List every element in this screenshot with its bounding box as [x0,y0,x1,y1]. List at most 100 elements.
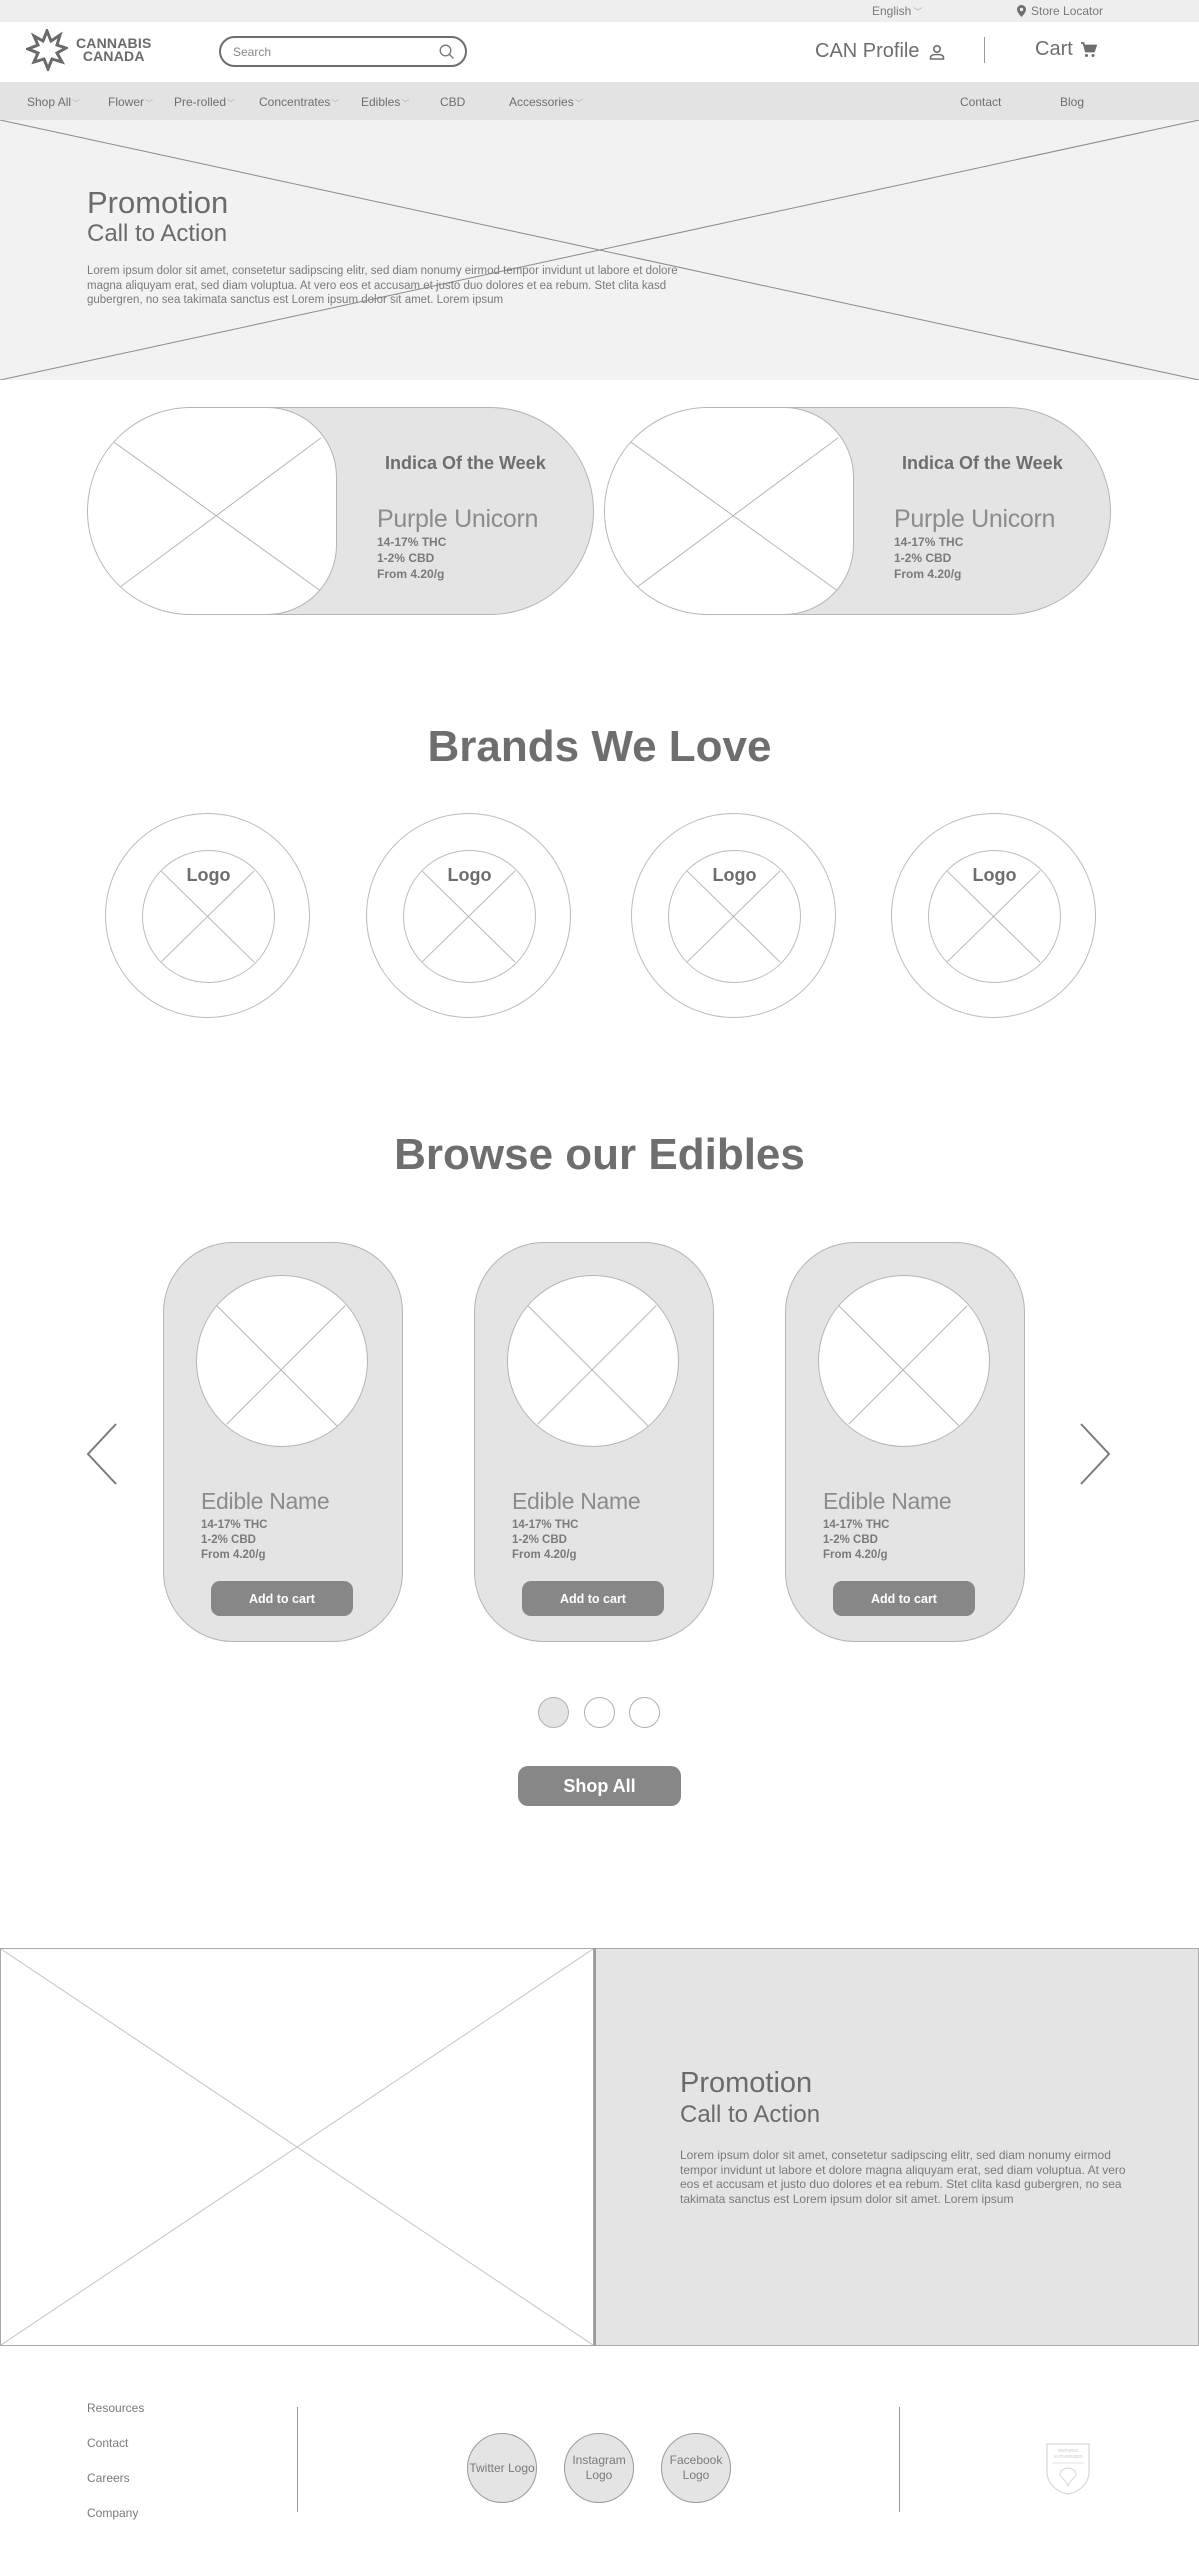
store-locator-link[interactable]: Store Locator [1017,4,1103,18]
brand-logo-placeholder: Logo [403,850,536,983]
badge-line-1: ONTARIO [1058,2448,1079,2453]
twitter-logo-link[interactable]: Twitter Logo [467,2433,537,2503]
user-icon [930,44,945,60]
carousel-page-dot-3[interactable] [629,1697,660,1728]
language-selector[interactable]: English ﹀ [872,4,922,18]
search-icon[interactable] [439,44,455,60]
shopping-cart-icon [1080,41,1097,57]
twitter-label: Twitter Logo [469,2460,535,2475]
promo-body: Lorem ipsum dolor sit amet, consetetur s… [680,2148,1126,2207]
profile-link[interactable]: CAN Profile [815,40,945,63]
edible-card[interactable]: Edible Name 14-17% THC 1-2% CBD From 4.2… [163,1242,403,1642]
nav-item-cbd[interactable]: CBD [440,95,465,109]
price: From 4.20/g [512,1549,577,1561]
price: From 4.20/g [377,567,445,581]
brand-logo[interactable]: Logo [631,813,836,1018]
footer-link-careers[interactable]: Careers [87,2471,130,2485]
footer-link-resources[interactable]: Resources [87,2401,144,2415]
carousel-prev-arrow-icon[interactable] [84,1420,124,1490]
chevron-down-icon: ﹀ [574,99,583,108]
hero-subtitle[interactable]: Call to Action [87,220,227,248]
featured-product-card[interactable]: Indica Of the Week Purple Unicorn 14-17%… [604,407,1111,615]
nav-label: Flower [108,95,145,109]
footer-divider [297,2407,298,2512]
nav-item-shop-all[interactable]: Shop All﹀ [27,95,80,109]
nav-item-concentrates[interactable]: Concentrates﹀ [259,95,339,109]
chevron-down-icon: ﹀ [913,7,923,17]
edible-card[interactable]: Edible Name 14-17% THC 1-2% CBD From 4.2… [474,1242,714,1642]
edible-name: Edible Name [201,1488,330,1514]
nav-label: CBD [440,95,466,109]
footer-link-company[interactable]: Company [87,2506,138,2520]
nav-item-accessories[interactable]: Accessories﹀ [509,95,583,109]
featured-product-card[interactable]: Indica Of the Week Purple Unicorn 14-17%… [87,407,594,615]
nav-item-edibles[interactable]: Edibles﹀ [361,95,409,109]
price: From 4.20/g [823,1549,888,1561]
nav-label: Blog [1060,95,1085,109]
search-box[interactable] [219,36,467,67]
promo-subtitle[interactable]: Call to Action [680,2101,820,2129]
cbd-range: 1-2% CBD [823,1534,878,1546]
edible-name: Edible Name [823,1488,952,1514]
chevron-down-icon: ﹀ [72,99,81,108]
hero-banner[interactable] [0,120,1199,380]
brand-logo-label: Logo [447,865,492,885]
header-divider [984,37,985,63]
language-label: English [872,4,912,18]
nav-item-pre-rolled[interactable]: Pre-rolled﹀ [174,95,235,109]
brand-logo-placeholder: Logo [142,850,275,983]
add-to-cart-button[interactable]: Add to cart [211,1581,353,1616]
store-locator-label: Store Locator [1031,4,1104,18]
cbd-range: 1-2% CBD [377,551,435,565]
nav-label: Contact [960,95,1002,109]
add-to-cart-button[interactable]: Add to cart [833,1581,975,1616]
hero-title: Promotion [87,185,229,220]
brand-logo-label: Logo [972,865,1017,885]
edible-image-placeholder [507,1275,679,1447]
shop-all-button[interactable]: Shop All [518,1766,681,1806]
thc-range: 14-17% THC [823,1519,890,1531]
profile-label: CAN Profile [815,40,920,62]
cbd-range: 1-2% CBD [512,1534,567,1546]
promo-image-placeholder [0,1948,594,2346]
edible-image-placeholder [196,1275,368,1447]
edible-image-placeholder [818,1275,990,1447]
chevron-down-icon: ﹀ [227,99,236,108]
carousel-next-arrow-icon[interactable] [1075,1420,1115,1490]
featured-label: Indica Of the Week [902,453,1063,473]
instagram-logo-link[interactable]: Instagram Logo [564,2433,634,2503]
thc-range: 14-17% THC [201,1519,268,1531]
facebook-logo-link[interactable]: Facebook Logo [661,2433,731,2503]
facebook-label: Facebook Logo [669,2453,723,2482]
product-image-placeholder [88,408,337,614]
star-burst-logo-icon [26,29,68,71]
nav-item-contact[interactable]: Contact [960,95,1001,109]
add-to-cart-button[interactable]: Add to cart [522,1581,664,1616]
featured-label: Indica Of the Week [385,453,546,473]
brand-logo-label: Logo [186,865,231,885]
chevron-down-icon: ﹀ [331,99,340,108]
chevron-down-icon: ﹀ [145,99,154,108]
image-placeholder-icon [1,1949,593,2345]
search-input[interactable] [233,44,439,59]
brand-logo[interactable]: Logo [105,813,310,1018]
cbd-range: 1-2% CBD [894,551,952,565]
carousel-page-dot-2[interactable] [584,1697,615,1728]
nav-item-flower[interactable]: Flower﹀ [108,95,153,109]
brand-logo[interactable]: Logo [366,813,571,1018]
brand-logo[interactable]: Logo [891,813,1096,1018]
image-placeholder-icon [838,1305,968,1427]
product-name: Purple Unicorn [894,505,1056,533]
footer-link-contact[interactable]: Contact [87,2436,128,2450]
cart-link[interactable]: Cart [1035,38,1097,61]
image-placeholder-icon [624,437,839,597]
site-logo[interactable]: CANNABIS CANADA [26,29,152,71]
header [0,22,1199,82]
brand-logo-placeholder: Logo [668,850,801,983]
carousel-page-dot-1[interactable] [538,1697,569,1728]
cbd-range: 1-2% CBD [201,1534,256,1546]
nav-item-blog[interactable]: Blog [1060,95,1084,109]
thc-range: 14-17% THC [894,535,964,549]
brands-heading: Brands We Love [427,722,772,771]
edible-card[interactable]: Edible Name 14-17% THC 1-2% CBD From 4.2… [785,1242,1025,1642]
